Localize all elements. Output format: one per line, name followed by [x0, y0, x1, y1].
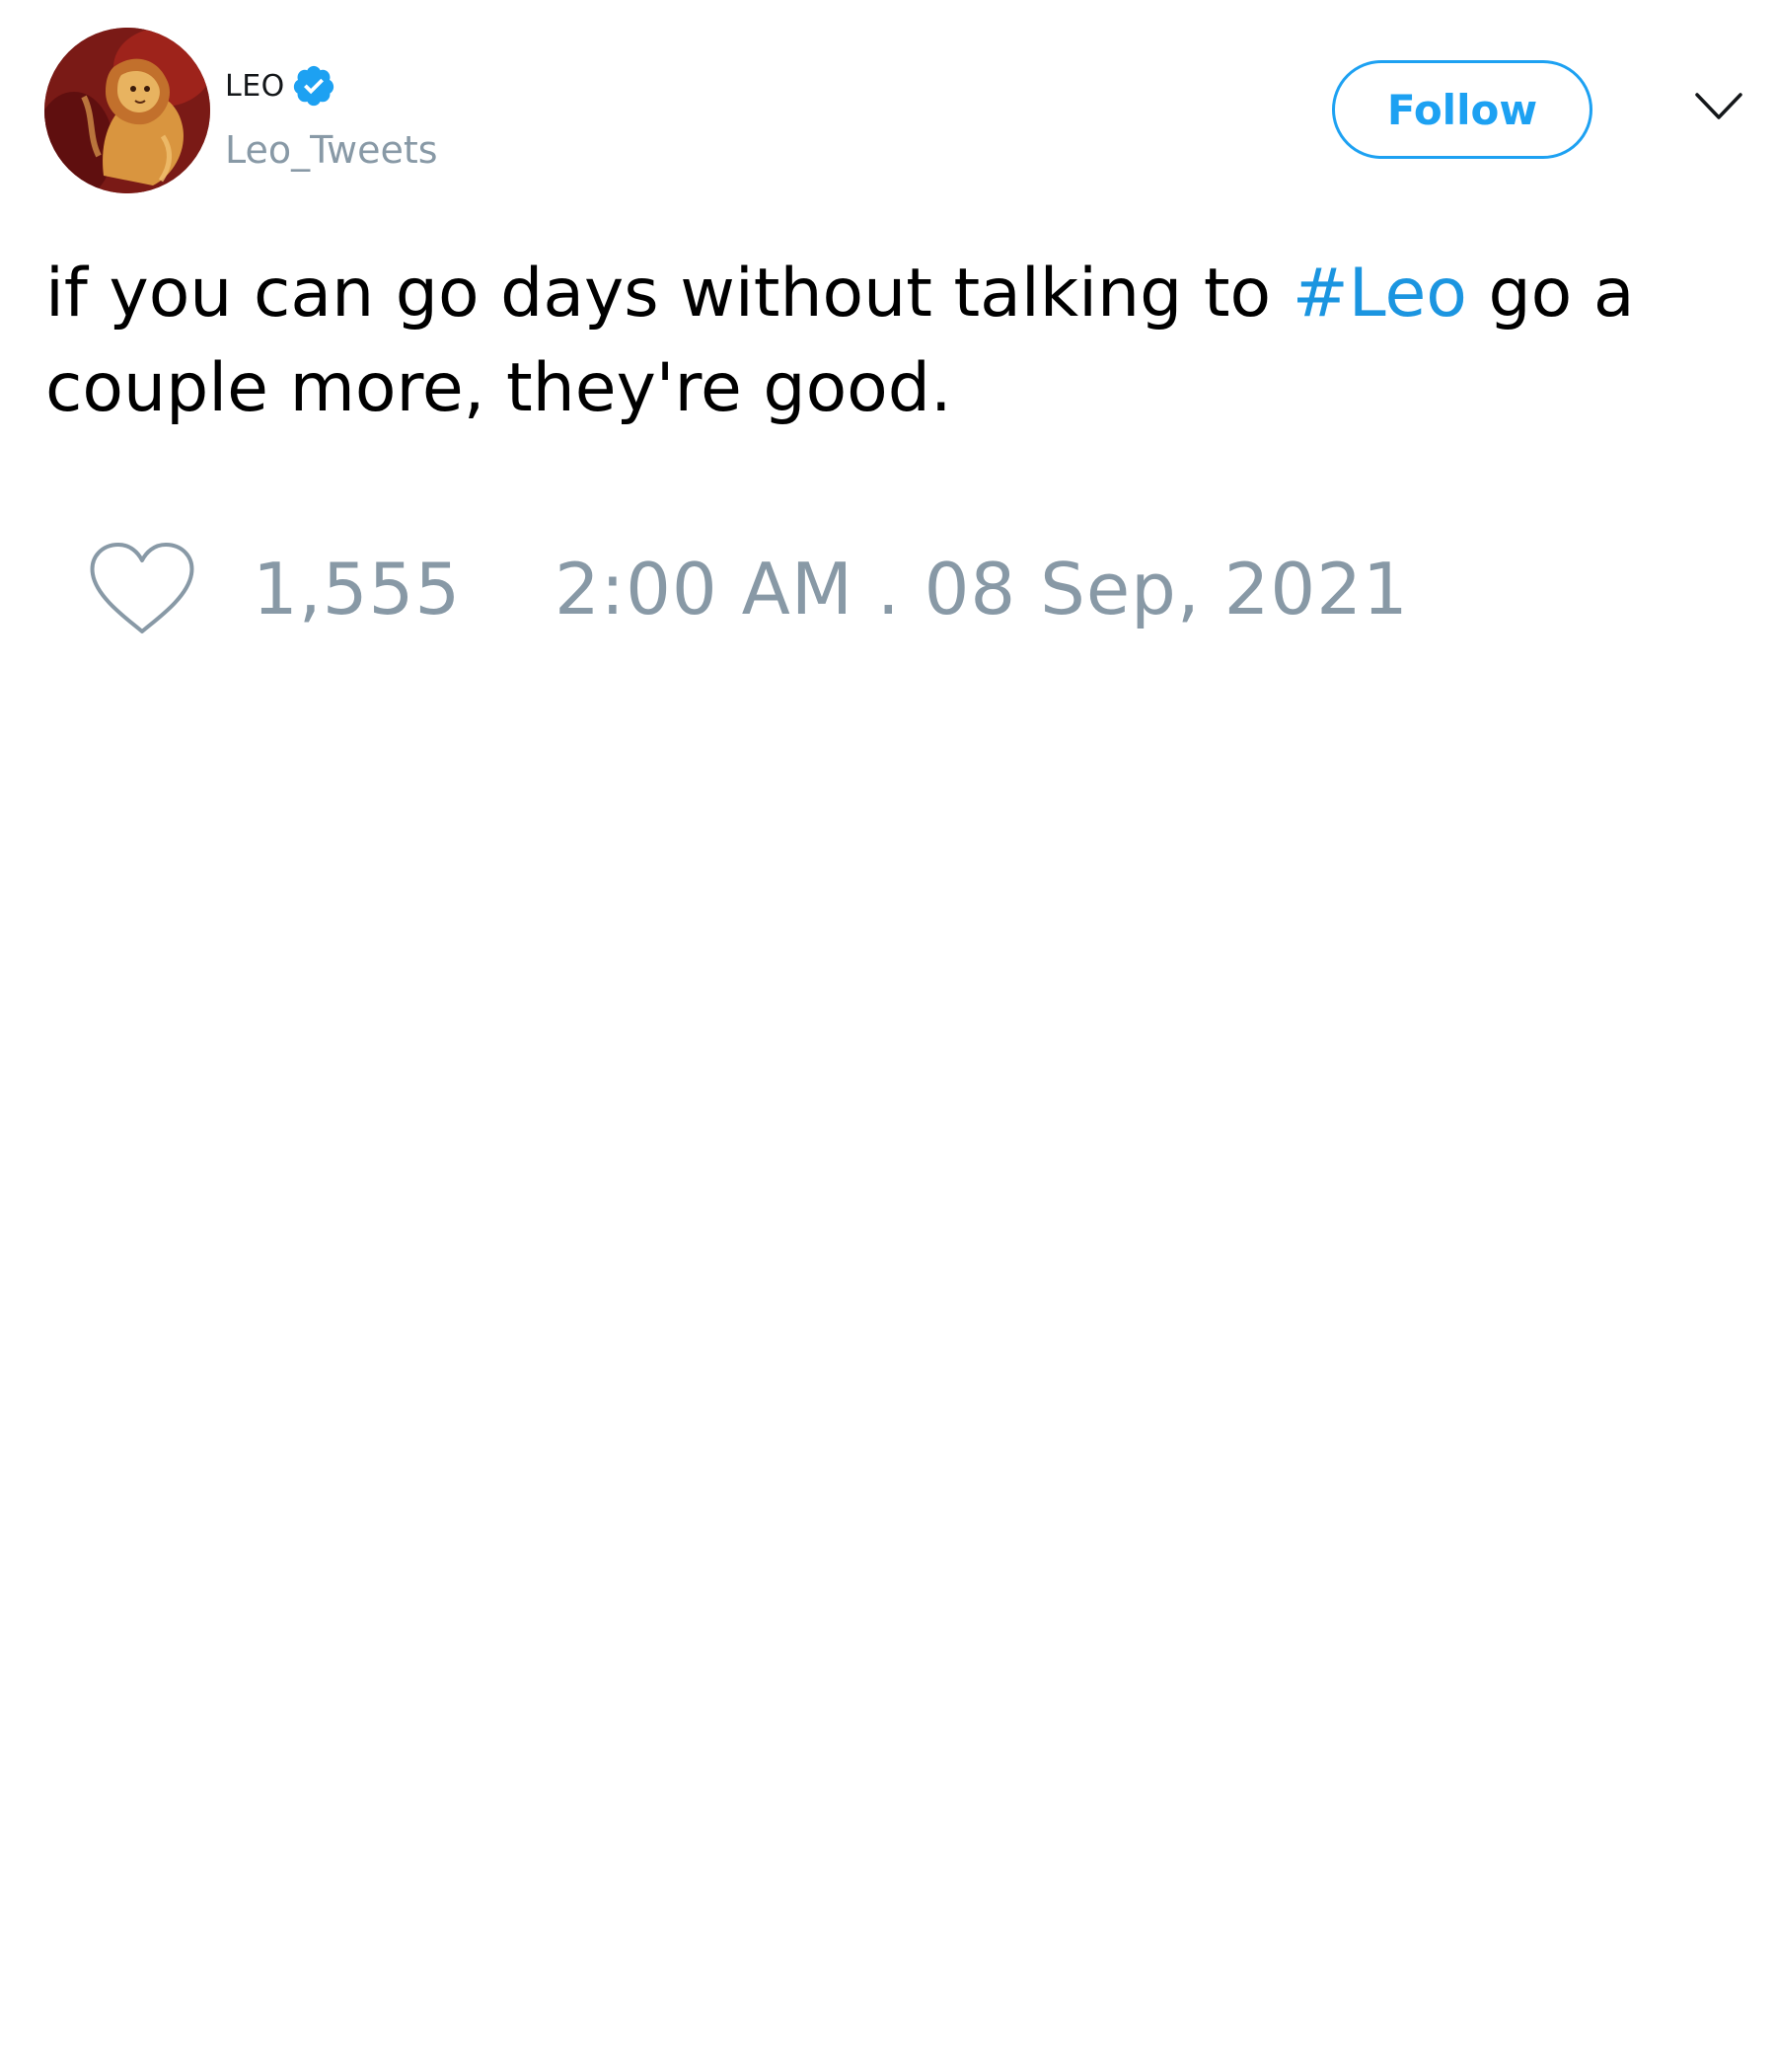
timestamp[interactable]: 2:00 AM . 08 Sep, 2021	[555, 545, 1409, 633]
author-name-row: LEO	[225, 61, 336, 111]
display-name[interactable]: LEO	[225, 69, 285, 104]
author-handle[interactable]: Leo_Tweets	[225, 128, 438, 172]
like-count: 1,555	[253, 548, 462, 630]
heart-outline-icon[interactable]	[89, 541, 195, 637]
lion-avatar-image	[44, 28, 210, 193]
chevron-down-icon[interactable]	[1694, 91, 1743, 122]
avatar[interactable]	[44, 28, 210, 193]
tweet-text-before: if you can go days without talking to	[45, 255, 1293, 333]
hashtag-link[interactable]: #Leo	[1293, 255, 1467, 333]
verified-badge-icon	[293, 65, 333, 107]
follow-button[interactable]: Follow	[1332, 60, 1592, 159]
tweet-text: if you can go days without talking to #L…	[45, 247, 1742, 436]
